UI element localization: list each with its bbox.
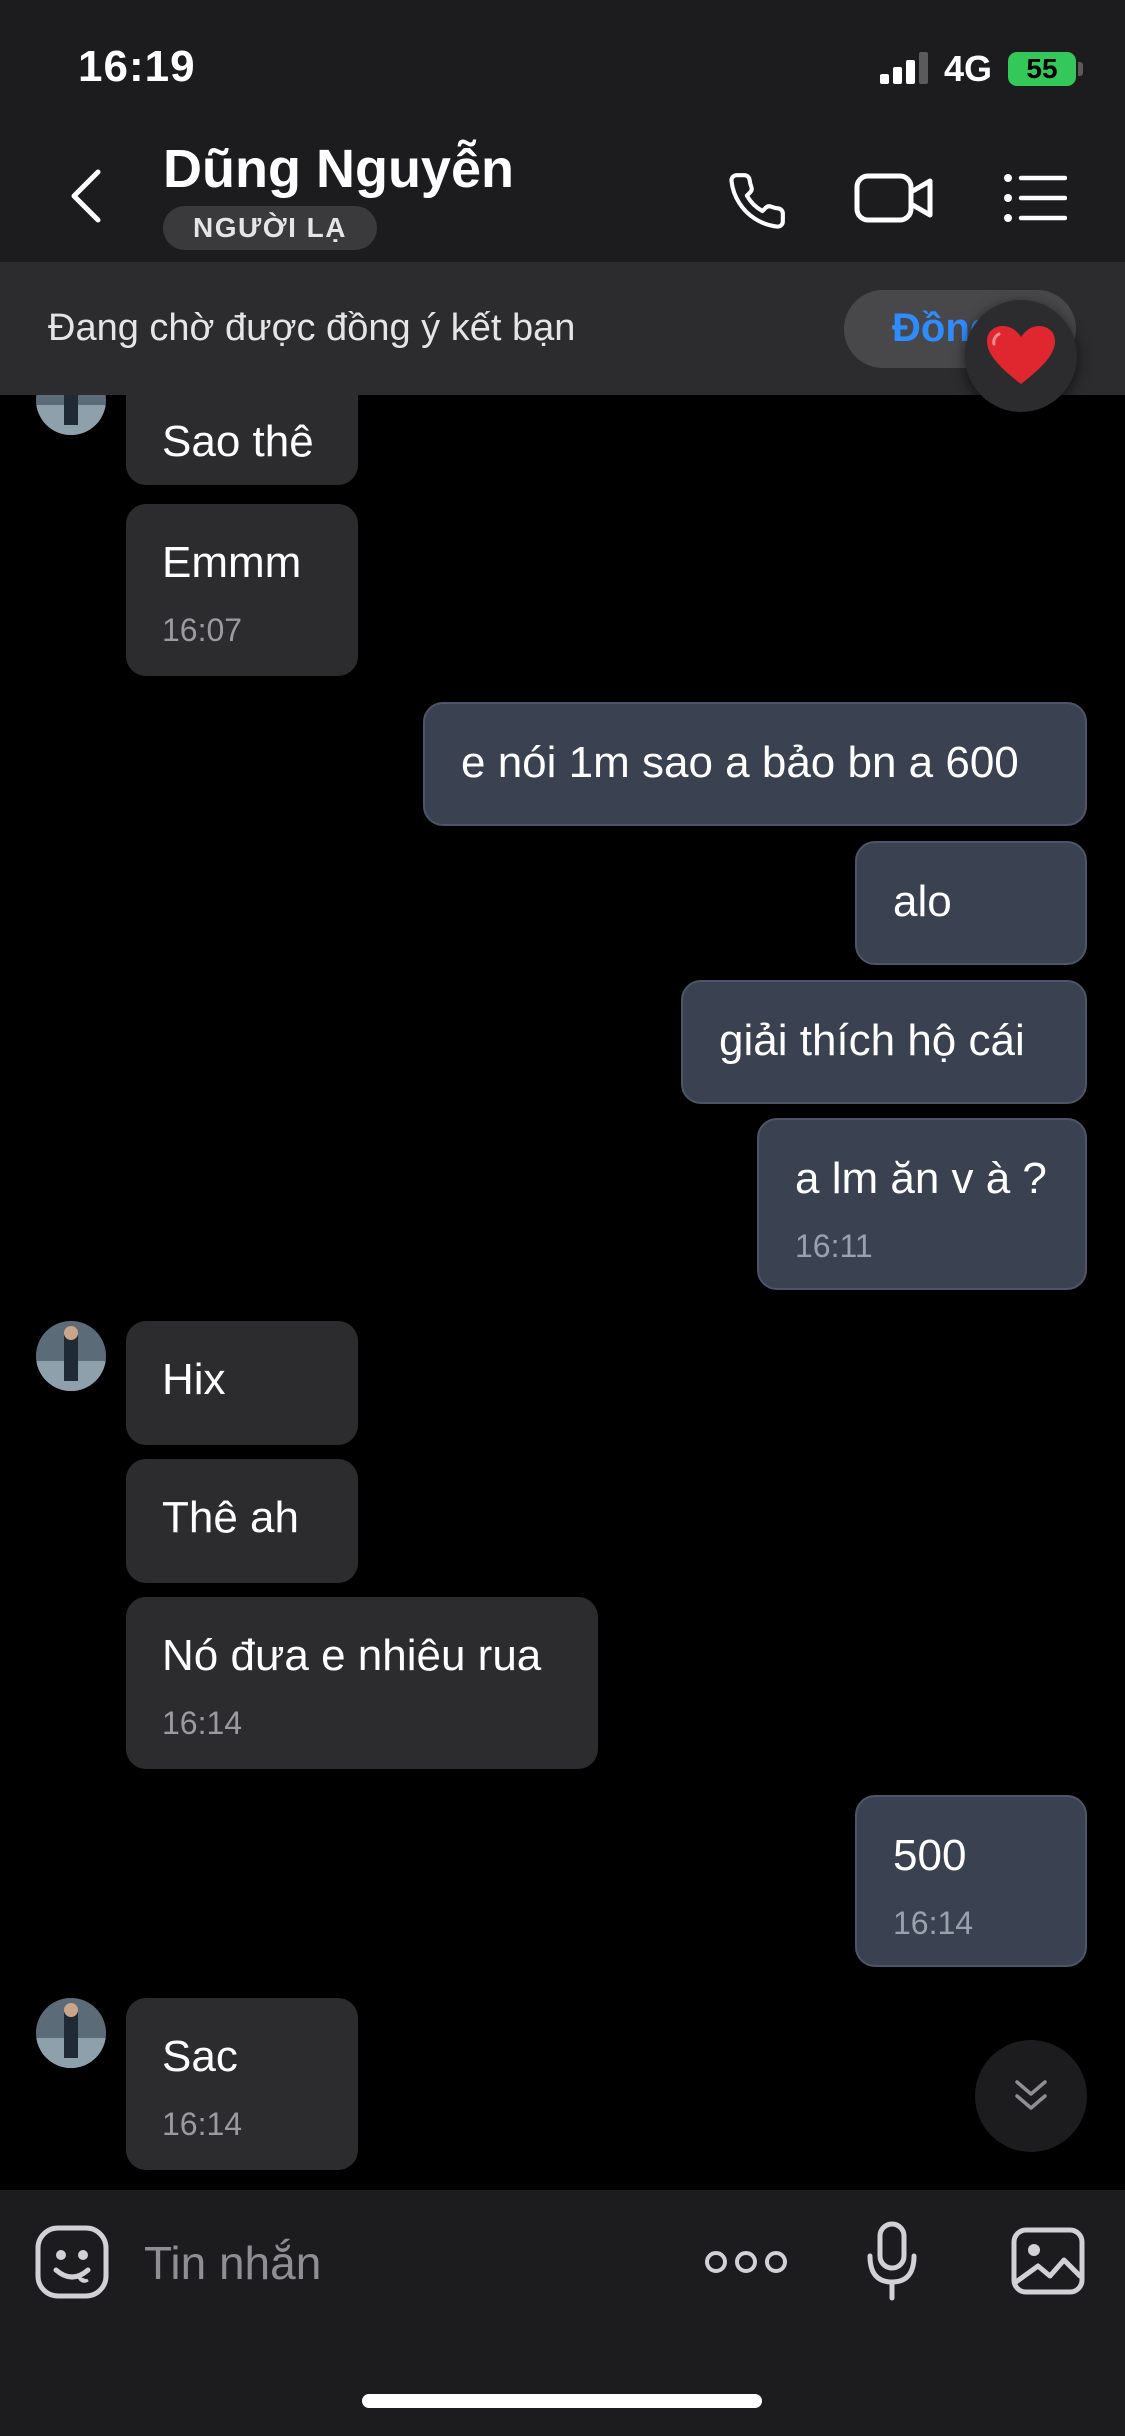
- message-bubble[interactable]: Emmm 16:07: [126, 504, 358, 676]
- message-bubble[interactable]: giải thích hộ cái: [681, 980, 1087, 1104]
- video-call-icon[interactable]: [854, 168, 934, 228]
- message-bubble[interactable]: Nó đưa e nhiêu rua 16:14: [126, 1597, 598, 1769]
- signal-icon: [880, 52, 928, 84]
- message-text: e nói 1m sao a bảo bn a 600: [461, 738, 1019, 787]
- network-type: 4G: [944, 48, 993, 89]
- pending-friend-banner: Đang chờ được đồng ý kết bạn Đồng: [0, 263, 1125, 395]
- back-button[interactable]: [62, 166, 112, 226]
- battery-nub: [1078, 62, 1083, 76]
- message-bubble[interactable]: a lm ăn v à ? 16:11: [757, 1118, 1087, 1290]
- message-list[interactable]: Sao thê Emmm 16:07 e nói 1m sao a bảo bn…: [0, 395, 1125, 2190]
- message-text: giải thích hộ cái: [719, 1016, 1025, 1065]
- message-bubble[interactable]: Hix: [126, 1321, 358, 1445]
- image-gallery-icon[interactable]: [1010, 2226, 1086, 2296]
- message-text: Sac: [162, 2032, 238, 2081]
- message-text: Sao thê: [162, 417, 314, 466]
- pending-friend-text: Đang chờ được đồng ý kết bạn: [48, 307, 576, 349]
- double-chevron-down-icon: [1015, 2080, 1047, 2110]
- phone-icon[interactable]: [726, 170, 788, 232]
- message-text: Nó đưa e nhiêu rua: [162, 1631, 542, 1680]
- status-time: 16:19: [78, 42, 196, 91]
- contact-avatar[interactable]: [36, 1321, 106, 1391]
- scroll-to-bottom-button[interactable]: [975, 2040, 1087, 2152]
- message-time: 16:14: [162, 2106, 243, 2142]
- message-text: a lm ăn v à ?: [795, 1154, 1047, 1203]
- contact-avatar[interactable]: [36, 395, 106, 435]
- battery-icon: 55: [1008, 52, 1076, 86]
- contact-name[interactable]: Dũng Nguyễn: [163, 138, 514, 200]
- chat-screen: 16:19 4G 55 Dũng Nguyễn NGƯỜI LẠ Đang ch…: [0, 0, 1125, 2436]
- menu-list-icon[interactable]: [1003, 172, 1067, 224]
- sticker-icon[interactable]: [34, 2224, 110, 2300]
- message-time: 16:07: [162, 612, 243, 648]
- stranger-badge: NGƯỜI LẠ: [163, 206, 377, 250]
- message-text: 500: [893, 1831, 967, 1880]
- message-bubble[interactable]: Thê ah: [126, 1459, 358, 1583]
- heart-reaction-button[interactable]: [965, 300, 1077, 412]
- message-text: Emmm: [162, 538, 302, 587]
- heart-icon: [987, 326, 1055, 384]
- message-time: 16:14: [162, 1705, 243, 1741]
- message-bubble[interactable]: Sao thê: [126, 395, 358, 485]
- chat-header: Dũng Nguyễn NGƯỜI LẠ: [0, 130, 1125, 263]
- message-bubble[interactable]: Sac 16:14: [126, 1998, 358, 2170]
- home-indicator[interactable]: [362, 2394, 762, 2408]
- more-options-icon[interactable]: [704, 2244, 788, 2280]
- contact-avatar[interactable]: [36, 1998, 106, 2068]
- message-input[interactable]: [142, 2232, 646, 2294]
- message-text: Hix: [162, 1355, 226, 1404]
- status-bar: 16:19 4G 55: [0, 0, 1125, 130]
- message-time: 16:11: [795, 1228, 873, 1264]
- message-bubble[interactable]: 500 16:14: [855, 1795, 1087, 1967]
- message-text: Thê ah: [162, 1493, 299, 1542]
- message-bubble[interactable]: e nói 1m sao a bảo bn a 600: [423, 702, 1087, 826]
- message-bubble[interactable]: alo: [855, 841, 1087, 965]
- message-text: alo: [893, 877, 952, 926]
- message-time: 16:14: [893, 1905, 974, 1941]
- battery-level: 55: [1026, 53, 1058, 84]
- microphone-icon[interactable]: [866, 2220, 918, 2302]
